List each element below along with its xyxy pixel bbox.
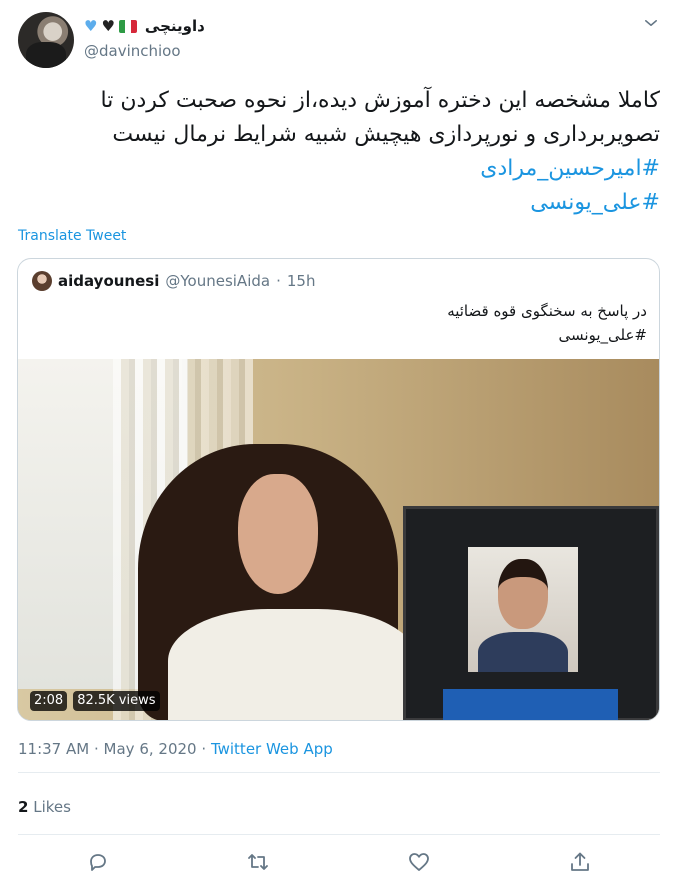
hashtag-link[interactable]: #علی_یونسی bbox=[18, 186, 660, 220]
author-handle[interactable]: @davinchioo bbox=[84, 42, 181, 60]
quoted-text-line: در پاسخ به سخنگوی قوه قضائیه bbox=[447, 302, 647, 320]
tweet-header: ♥ ♥ داوینچی @davinchioo bbox=[18, 12, 660, 68]
likes-stat[interactable]: 2 Likes bbox=[18, 798, 71, 816]
author-avatar[interactable] bbox=[18, 12, 74, 68]
author-display-name[interactable]: داوینچی bbox=[145, 17, 205, 35]
likes-count: 2 bbox=[18, 798, 29, 816]
italy-flag-icon bbox=[118, 19, 137, 33]
quoted-tweet-header: aidayounesi @YounesiAida · 15h bbox=[32, 271, 315, 291]
tweet-text-line: تصویربرداری و نورپردازی هیچیش شبیه شرایط… bbox=[112, 122, 660, 147]
separator-dot: · bbox=[93, 740, 99, 758]
tweet-meta: 11:37 AM · May 6, 2020 · Twitter Web App bbox=[18, 740, 333, 758]
translate-tweet-link[interactable]: Translate Tweet bbox=[18, 228, 126, 244]
quoted-tweet[interactable]: aidayounesi @YounesiAida · 15h در پاسخ ب… bbox=[17, 258, 660, 721]
video-frame-person-shirt bbox=[168, 609, 418, 720]
tweet-time[interactable]: 11:37 AM bbox=[18, 740, 89, 758]
video-duration: 2:08 bbox=[30, 691, 68, 711]
quoted-time: 15h bbox=[286, 272, 316, 290]
separator-dot: · bbox=[201, 740, 207, 758]
video-frame-person-face bbox=[238, 474, 318, 594]
video-frame-photo bbox=[468, 547, 578, 672]
tweet-text-line: کاملا مشخصه این دختره آموزش دیده،از نحوه… bbox=[100, 88, 661, 113]
chevron-down-icon[interactable] bbox=[642, 14, 660, 32]
tweet-date[interactable]: May 6, 2020 bbox=[104, 740, 197, 758]
quoted-tweet-text: در پاسخ به سخنگوی قوه قضائیه #علی_یونسی bbox=[447, 299, 647, 347]
author-name-row[interactable]: ♥ ♥ داوینچی bbox=[84, 17, 205, 35]
hashtag-link[interactable]: #امیرحسین_مرادی bbox=[18, 152, 660, 186]
like-icon[interactable] bbox=[407, 850, 431, 874]
quoted-author-name: aidayounesi bbox=[58, 272, 160, 290]
quoted-hashtag: #علی_یونسی bbox=[558, 326, 647, 344]
video-views: 82.5K views bbox=[73, 691, 160, 711]
tweet-text: کاملا مشخصه این دختره آموزش دیده،از نحوه… bbox=[18, 84, 661, 220]
tweet-source-link[interactable]: Twitter Web App bbox=[211, 740, 333, 758]
reply-icon[interactable] bbox=[86, 850, 110, 874]
photo-person-body bbox=[478, 632, 568, 672]
video-frame-laptop-screen bbox=[443, 689, 618, 720]
black-heart-icon: ♥ bbox=[101, 17, 115, 35]
likes-label: Likes bbox=[33, 798, 71, 816]
video-info-overlay: 2:08 82.5K views bbox=[30, 691, 160, 711]
divider bbox=[18, 772, 660, 773]
share-icon[interactable] bbox=[568, 850, 592, 874]
blue-heart-icon: ♥ bbox=[84, 17, 98, 35]
divider bbox=[18, 834, 660, 835]
video-player[interactable]: 2:08 82.5K views bbox=[18, 359, 659, 720]
quoted-author-avatar bbox=[32, 271, 52, 291]
retweet-icon[interactable] bbox=[246, 850, 270, 874]
separator-dot: · bbox=[276, 272, 281, 290]
photo-person-head bbox=[498, 559, 548, 629]
quoted-author-handle: @YounesiAida bbox=[165, 272, 271, 290]
